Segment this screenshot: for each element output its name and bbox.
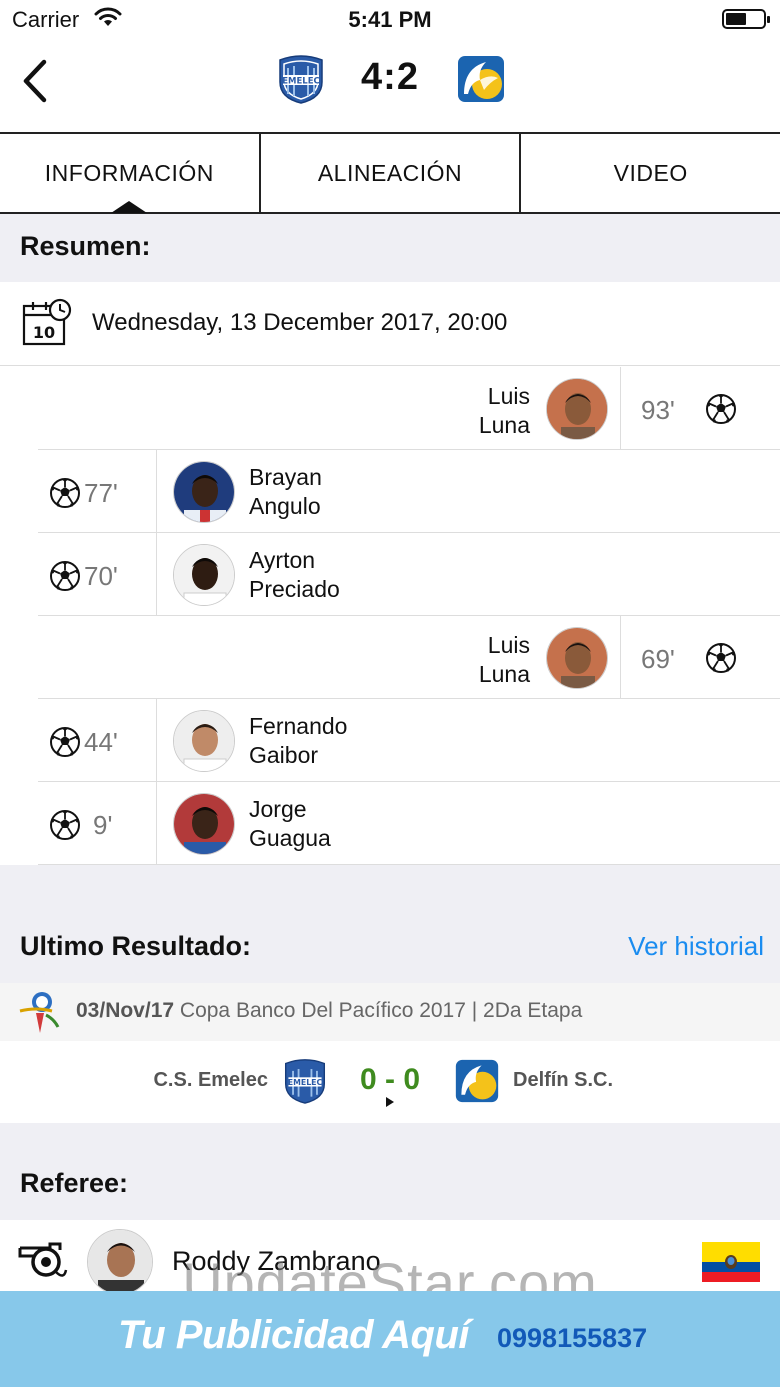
soccer-ball-icon: [49, 726, 81, 763]
goal-event-home: 9' Jorge Guagua: [38, 782, 780, 865]
competition-logo-icon: [16, 989, 64, 1042]
player-name: Jorge Guagua: [249, 796, 331, 851]
tab-informacion[interactable]: INFORMACIÓN: [0, 134, 261, 213]
last-result-section-header: Ultimo Resultado: Ver historial: [0, 865, 780, 983]
goal-minute: 44': [84, 727, 118, 757]
goal-event-away: Luis Luna 93': [38, 367, 780, 450]
ad-banner[interactable]: Tu Publicidad Aquí 0998155837: [0, 1291, 780, 1387]
emelec-crest-icon[interactable]: EMELEC: [276, 54, 326, 109]
tab-label: ALINEACIÓN: [317, 159, 463, 186]
soccer-ball-icon: [49, 477, 81, 514]
soccer-ball-icon: [49, 560, 81, 597]
tab-label: INFORMACIÓN: [44, 159, 214, 186]
competition-row: 03/Nov/17 Copa Banco Del Pacífico 2017 |…: [0, 983, 780, 1041]
delfin-crest-icon: [454, 1058, 500, 1109]
referee-row[interactable]: Roddy Zambrano: [0, 1220, 780, 1295]
player-avatar[interactable]: [173, 710, 235, 772]
chevron-left-icon: [23, 59, 47, 103]
player-name: Luis Luna: [478, 632, 530, 687]
goal-event-home: 70' Ayrton Preciado: [38, 533, 780, 616]
referee-section-header: Referee:: [0, 1123, 780, 1220]
section-title: Resumen:: [20, 231, 151, 261]
svg-text:EMELEC: EMELEC: [282, 77, 320, 87]
goal-minute: 69': [641, 644, 675, 674]
back-button[interactable]: [18, 58, 58, 104]
player-name: Fernando Gaibor: [249, 713, 348, 768]
goal-minute: 9': [93, 810, 113, 840]
emelec-crest-icon: EMELEC: [282, 1058, 328, 1109]
goal-event-away: Luis Luna 69': [38, 616, 780, 699]
whistle-icon: [16, 1236, 70, 1285]
status-bar: Carrier 5:41 PM: [0, 0, 780, 40]
match-date-row: 10 Wednesday, 13 December 2017, 20:00: [0, 282, 780, 366]
player-avatar[interactable]: [546, 627, 608, 689]
tab-video[interactable]: VIDEO: [521, 134, 780, 212]
goal-minute: 70': [84, 561, 118, 591]
home-team-name: C.S. Emelec: [153, 1069, 268, 1091]
referee-avatar[interactable]: [87, 1229, 153, 1295]
goal-minute: 93': [641, 395, 675, 425]
goal-event-home: 44' Fernando Gaibor: [38, 699, 780, 782]
last-match-date: 03/Nov/17: [76, 999, 175, 1022]
player-avatar[interactable]: [546, 378, 608, 440]
active-tab-indicator: [111, 201, 148, 213]
match-header: EMELEC 4:2: [0, 40, 780, 132]
section-title: Referee:: [20, 1168, 129, 1198]
delfin-crest-icon[interactable]: [456, 54, 506, 109]
svg-text:EMELEC: EMELEC: [288, 1078, 323, 1087]
tab-label: VIDEO: [613, 159, 688, 186]
last-match-score: 0 - 0: [359, 1063, 421, 1096]
ecuador-flag-icon: [702, 1242, 760, 1282]
play-icon[interactable]: [386, 1097, 394, 1107]
battery-icon: [722, 9, 770, 29]
soccer-ball-icon: [705, 393, 737, 430]
away-team-name: Delfín S.C.: [513, 1069, 614, 1091]
last-match-row[interactable]: C.S. Emelec EMELEC 0 - 0 Delfín S.C.: [0, 1041, 780, 1123]
goal-minute: 77': [84, 478, 118, 508]
summary-section-header: Resumen:: [0, 214, 780, 282]
view-history-link[interactable]: Ver historial: [628, 931, 764, 962]
tab-alineacion[interactable]: ALINEACIÓN: [261, 134, 522, 212]
svg-text:10: 10: [33, 323, 55, 342]
match-date: Wednesday, 13 December 2017, 20:00: [92, 309, 508, 336]
goal-event-home: 77' Brayan Angulo: [38, 450, 780, 533]
player-avatar[interactable]: [173, 793, 235, 855]
player-avatar[interactable]: [173, 461, 235, 523]
ad-slogan: Tu Publicidad Aquí: [118, 1313, 470, 1357]
referee-name: Roddy Zambrano: [172, 1246, 381, 1276]
match-score: 4:2: [361, 56, 419, 98]
ad-phone: 0998155837: [497, 1323, 648, 1353]
goal-events-list: Luis Luna 93' 77' Brayan Angulo 70' Ayrt…: [0, 367, 780, 865]
competition-info: 03/Nov/17 Copa Banco Del Pacífico 2017 |…: [76, 999, 582, 1023]
soccer-ball-icon: [705, 642, 737, 679]
clock: 5:41 PM: [348, 7, 432, 32]
player-name: Brayan Angulo: [249, 464, 322, 519]
section-title: Ultimo Resultado:: [20, 931, 252, 961]
player-avatar[interactable]: [173, 544, 235, 606]
player-name: Luis Luna: [478, 383, 530, 438]
soccer-ball-icon: [49, 809, 81, 846]
player-name: Ayrton Preciado: [249, 547, 340, 602]
tab-bar: INFORMACIÓN ALINEACIÓN VIDEO: [0, 132, 780, 214]
competition-name: Copa Banco Del Pacífico 2017 | 2Da Etapa: [179, 999, 583, 1022]
calendar-icon: 10: [22, 298, 72, 353]
